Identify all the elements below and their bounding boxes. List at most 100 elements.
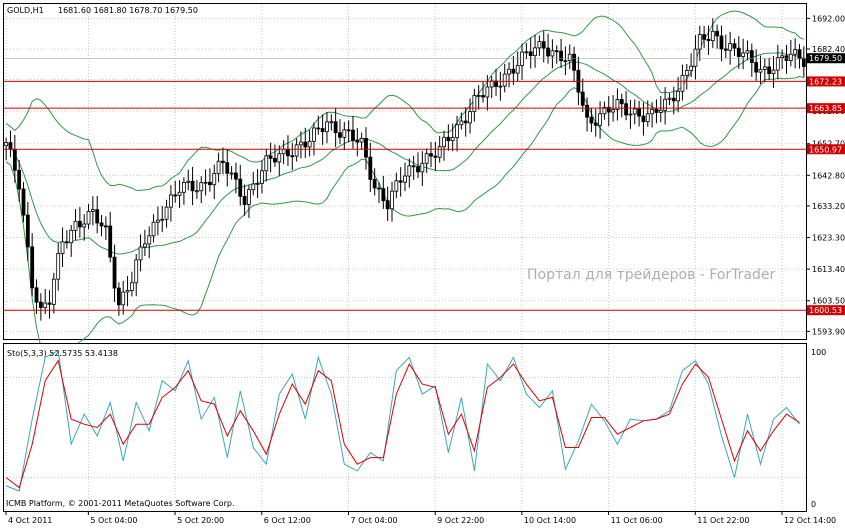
candle-body xyxy=(788,53,793,61)
y-tick-label: 1692.00 xyxy=(812,14,845,23)
candle-body xyxy=(407,165,412,177)
candle-body xyxy=(732,43,737,49)
candle-body xyxy=(34,287,39,303)
candle-body xyxy=(420,162,425,173)
y-tick-label: 1682.40 xyxy=(812,45,845,54)
candle-body xyxy=(585,104,589,118)
candle-body xyxy=(645,113,650,123)
candle-body xyxy=(251,183,256,191)
candle-body xyxy=(572,53,576,71)
candle-body xyxy=(364,137,368,158)
candle-body xyxy=(693,48,698,67)
candle-body xyxy=(368,156,373,180)
candle-body xyxy=(481,95,485,98)
candle-body xyxy=(294,144,299,157)
candle-body xyxy=(21,188,26,216)
candle-body xyxy=(741,52,746,57)
candle-body xyxy=(134,259,139,284)
candle-body xyxy=(333,121,338,134)
candle-body xyxy=(142,243,147,248)
candle-body xyxy=(195,190,199,193)
candle-body xyxy=(667,97,672,100)
candle-body xyxy=(793,49,798,55)
candle-body xyxy=(138,246,143,261)
candle-body xyxy=(567,53,572,62)
candle-body xyxy=(416,166,420,173)
candle-body xyxy=(307,140,312,148)
candle-body xyxy=(177,191,182,196)
candle-body xyxy=(624,103,628,116)
x-tick-label: 7 Oct 04:00 xyxy=(350,516,397,525)
level-price-label: 1600.53 xyxy=(809,306,842,315)
candle-body xyxy=(429,153,433,157)
candle-body xyxy=(12,148,17,171)
candle-body xyxy=(437,146,442,158)
candle-body xyxy=(676,90,681,102)
candle-body xyxy=(56,253,61,280)
candle-body xyxy=(299,141,303,146)
candle-body xyxy=(290,155,295,158)
candle-body xyxy=(25,214,30,248)
candle-body xyxy=(593,122,598,126)
candle-body xyxy=(164,206,169,220)
candle-body xyxy=(108,225,113,258)
candle-body xyxy=(411,165,416,168)
x-tick-label: 10 Oct 14:00 xyxy=(524,516,576,525)
candle-body xyxy=(754,62,759,73)
candle-body xyxy=(719,35,724,50)
candle-body xyxy=(351,129,355,141)
x-tick-label: 11 Oct 22:00 xyxy=(697,516,749,525)
candle-body xyxy=(325,121,329,133)
candle-body xyxy=(801,58,806,67)
candle-body xyxy=(338,132,342,138)
candle-body xyxy=(433,155,438,158)
candle-body xyxy=(524,51,529,54)
candle-body xyxy=(4,142,9,147)
candle-body xyxy=(255,183,260,185)
level-price-label: 1650.97 xyxy=(809,145,842,154)
candle-body xyxy=(541,41,546,49)
candle-body xyxy=(546,47,550,57)
candle-body xyxy=(51,278,56,305)
candle-body xyxy=(64,241,69,244)
candle-body xyxy=(212,173,217,186)
y-tick-label: 1613.40 xyxy=(812,265,845,274)
candle-body xyxy=(559,50,563,62)
candle-body xyxy=(780,55,785,59)
candle-body xyxy=(671,97,676,102)
candle-body xyxy=(147,235,152,245)
stochastic-label: Sto(5,3,3) 52.5735 53.4138 xyxy=(7,349,118,358)
level-price-label: 1663.85 xyxy=(809,104,842,113)
candle-body xyxy=(797,49,802,60)
candle-body xyxy=(234,172,238,180)
footer-copyright: ICMB Platform, © 2001-2011 MetaQuotes So… xyxy=(6,499,235,508)
candle-body xyxy=(99,222,104,227)
candle-body xyxy=(650,109,655,115)
candle-body xyxy=(103,225,108,228)
y-tick-label: 1593.90 xyxy=(812,327,845,336)
candle-body xyxy=(8,142,13,150)
candle-body xyxy=(95,209,100,224)
candle-body xyxy=(342,129,347,138)
candle-body xyxy=(472,95,477,113)
candle-body xyxy=(515,65,520,74)
candle-body xyxy=(762,66,767,70)
candle-body xyxy=(203,181,208,184)
candle-body xyxy=(446,136,451,142)
candle-body xyxy=(225,162,230,174)
candle-body xyxy=(728,43,733,51)
candle-body xyxy=(160,218,165,221)
candle-body xyxy=(199,182,204,192)
candle-body xyxy=(385,200,390,210)
candle-body xyxy=(619,99,624,105)
candle-body xyxy=(129,282,134,291)
candle-body xyxy=(745,50,750,54)
candle-body xyxy=(715,30,720,37)
stochastic-panel[interactable] xyxy=(3,343,807,512)
y-tick-label: 1623.30 xyxy=(812,234,845,243)
candle-body xyxy=(736,47,741,57)
stochastic-min-label: 0 xyxy=(811,500,816,509)
candle-body xyxy=(17,169,22,190)
candle-body xyxy=(38,301,43,308)
candle-body xyxy=(390,190,394,210)
